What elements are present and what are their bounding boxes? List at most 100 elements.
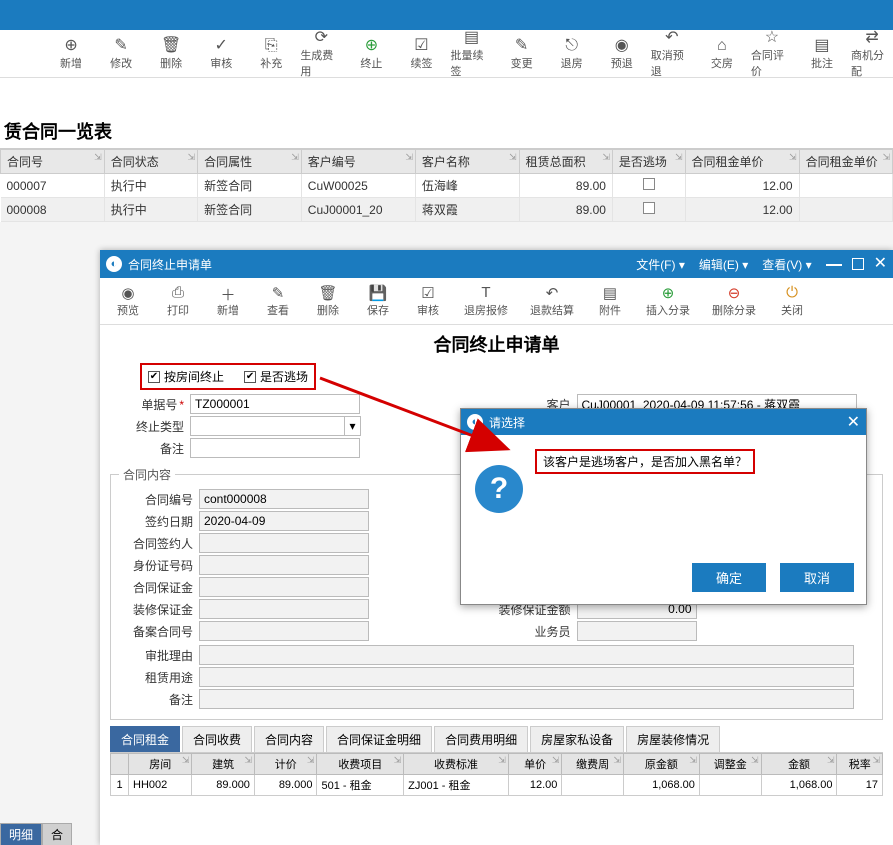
toolbar-批量续签[interactable]: ▤批量续签 [451, 29, 493, 79]
tab-房屋家私设备[interactable]: 房屋家私设备 [530, 726, 624, 752]
toolbar-生成费用[interactable]: ⟳生成费用 [300, 29, 342, 79]
col-客户名称[interactable]: 客户名称⇲ [415, 150, 519, 174]
dcol-建筑[interactable]: 建筑⇲ [192, 754, 255, 775]
cell-fee-std[interactable]: ZJ001 - 租金 [404, 775, 509, 796]
dcol-收费标准[interactable]: 收费标准⇲ [404, 754, 509, 775]
tab-合同费用明细[interactable]: 合同费用明细 [434, 726, 528, 752]
sub-toolbar-删除分录[interactable]: ⊖删除分录 [704, 284, 764, 318]
col-合同属性[interactable]: 合同属性⇲ [198, 150, 302, 174]
cancel-button[interactable]: 取消 [780, 563, 854, 592]
toolbar-预退[interactable]: ◉预退 [601, 37, 643, 71]
term-type-input[interactable] [190, 416, 345, 436]
close-button[interactable]: ✕ [874, 258, 887, 270]
sub-toolbar-插入分录[interactable]: ⊕插入分录 [638, 284, 698, 318]
toolbar-修改[interactable]: ✎修改 [100, 37, 142, 71]
cell-unit[interactable]: 12.00 [508, 775, 562, 796]
toolbar-取消预退[interactable]: ↶取消预退 [651, 29, 693, 79]
table-row[interactable]: 000008执行中新签合同CuJ00001_20蒋双霞89.0012.00 [1, 198, 893, 222]
dcol-缴费周[interactable]: 缴费周⇲ [562, 754, 624, 775]
toolbar-商机分配[interactable]: ⇄商机分配 [851, 29, 893, 79]
sub-toolbar-退房报修[interactable]: T退房报修 [456, 284, 516, 318]
cell-fee-item[interactable]: 501 - 租金 [317, 775, 404, 796]
toolbar-审核[interactable]: ✓审核 [200, 37, 242, 71]
sub-toolbar-删除[interactable]: 🗑删除 [306, 284, 350, 318]
col-客户编号[interactable]: 客户编号⇲ [301, 150, 415, 174]
toolbar-续签[interactable]: ☑续签 [400, 37, 442, 71]
dialog-close-icon[interactable]: ✕ [847, 412, 860, 432]
sub-toolbar-退款结算[interactable]: ↶退款结算 [522, 284, 582, 318]
col-合同号[interactable]: 合同号⇲ [1, 150, 105, 174]
sign-date [199, 511, 369, 531]
sub-toolbar-保存[interactable]: 💾保存 [356, 284, 400, 318]
sub-toolbar-审核[interactable]: ☑审核 [406, 284, 450, 318]
question-icon: ? [475, 465, 523, 513]
sub-toolbar-打印[interactable]: ⎙打印 [156, 284, 200, 318]
deco-deposit [199, 599, 369, 619]
checkbox-flee[interactable]: ✔是否逃场 [244, 368, 308, 385]
toolbar-终止[interactable]: ⊕终止 [350, 37, 392, 71]
tab-合同保证金明细[interactable]: 合同保证金明细 [326, 726, 432, 752]
checkbox-by-room[interactable]: ✔按房间终止 [148, 368, 224, 385]
page-tab-detail[interactable]: 明细 [0, 823, 42, 845]
cell-price[interactable]: 89.000 [254, 775, 317, 796]
sub-toolbar-查看[interactable]: ✎查看 [256, 284, 300, 318]
dcol-单价[interactable]: 单价⇲ [508, 754, 562, 775]
col-合同状态[interactable]: 合同状态⇲ [104, 150, 197, 174]
page-tab-2[interactable]: 合 [42, 823, 72, 845]
toolbar-新增[interactable]: ⊕新增 [50, 37, 92, 71]
tab-合同收费[interactable]: 合同收费 [182, 726, 252, 752]
remark-input[interactable] [190, 438, 360, 458]
menu-view[interactable]: 查看(V) ▾ [762, 256, 811, 273]
row-num: 1 [111, 775, 129, 796]
dcol-税率[interactable]: 税率⇲ [837, 754, 883, 775]
toolbar-合同评价[interactable]: ☆合同评价 [751, 29, 793, 79]
cell-amt[interactable]: 1,068.00 [761, 775, 837, 796]
detail-grid[interactable]: 房间⇲建筑⇲计价⇲收费项目⇲收费标准⇲单价⇲缴费周⇲原金额⇲调整金⇲金额⇲税率⇲… [110, 753, 883, 796]
cell-build[interactable]: 89.000 [192, 775, 255, 796]
minimize-button[interactable] [826, 258, 842, 270]
toolbar-补充[interactable]: ⎘补充 [250, 37, 292, 71]
section-title: 赁合同一览表 [0, 106, 893, 149]
cell-cycle[interactable] [562, 775, 624, 796]
col-是否逃场[interactable]: 是否逃场⇲ [612, 150, 685, 174]
tab-合同租金[interactable]: 合同租金 [110, 726, 180, 752]
dcol-收费项目[interactable]: 收费项目⇲ [317, 754, 404, 775]
sub-toolbar-关闭[interactable]: ⏻关闭 [770, 284, 814, 318]
term-type-dd-icon[interactable]: ▾ [345, 416, 361, 436]
tab-房屋装修情况[interactable]: 房屋装修情况 [626, 726, 720, 752]
dialog-message: 该客户是逃场客户，是否加入黑名单？ [543, 455, 747, 469]
sub-toolbar-预览[interactable]: ◉预览 [106, 284, 150, 318]
cell-orig[interactable]: 1,068.00 [623, 775, 699, 796]
cell-adj[interactable] [699, 775, 761, 796]
toolbar-批注[interactable]: ▤批注 [801, 37, 843, 71]
remark2 [199, 689, 854, 709]
dcol-调整金[interactable]: 调整金⇲ [699, 754, 761, 775]
tab-合同内容[interactable]: 合同内容 [254, 726, 324, 752]
sub-toolbar-新增[interactable]: ＋新增 [206, 284, 250, 318]
toolbar-退房[interactable]: ⎋退房 [551, 37, 593, 71]
sub-toolbar-附件[interactable]: ▤附件 [588, 284, 632, 318]
dcol-房间[interactable]: 房间⇲ [129, 754, 192, 775]
dcol-原金额[interactable]: 原金额⇲ [623, 754, 699, 775]
col-合同租金单价[interactable]: 合同租金单价⇲ [685, 150, 799, 174]
menu-edit[interactable]: 编辑(E) ▾ [699, 256, 748, 273]
cell-room[interactable]: HH002 [129, 775, 192, 796]
cell-tax[interactable]: 17 [837, 775, 883, 796]
dcol-金额[interactable]: 金额⇲ [761, 754, 837, 775]
menu-file[interactable]: 文件(F) ▾ [636, 256, 685, 273]
toolbar-删除[interactable]: 🗑删除 [150, 37, 192, 71]
toolbar-变更[interactable]: ✎变更 [501, 37, 543, 71]
dcol-rownum[interactable] [111, 754, 129, 775]
contract-grid[interactable]: 合同号⇲合同状态⇲合同属性⇲客户编号⇲客户名称⇲租赁总面积⇲是否逃场⇲合同租金单… [0, 149, 893, 222]
reason [199, 645, 854, 665]
toolbar-交房[interactable]: ⌂交房 [701, 37, 743, 71]
id-no [199, 555, 369, 575]
maximize-button[interactable] [852, 258, 864, 270]
col-租赁总面积[interactable]: 租赁总面积⇲ [519, 150, 612, 174]
contract-no [199, 489, 369, 509]
ok-button[interactable]: 确定 [692, 563, 766, 592]
dcol-计价[interactable]: 计价⇲ [254, 754, 317, 775]
table-row[interactable]: 000007执行中新签合同CuW00025伍海峰89.0012.00 [1, 174, 893, 198]
col-合同租金单价[interactable]: 合同租金单价⇲ [799, 150, 892, 174]
bill-no-input[interactable] [190, 394, 360, 414]
